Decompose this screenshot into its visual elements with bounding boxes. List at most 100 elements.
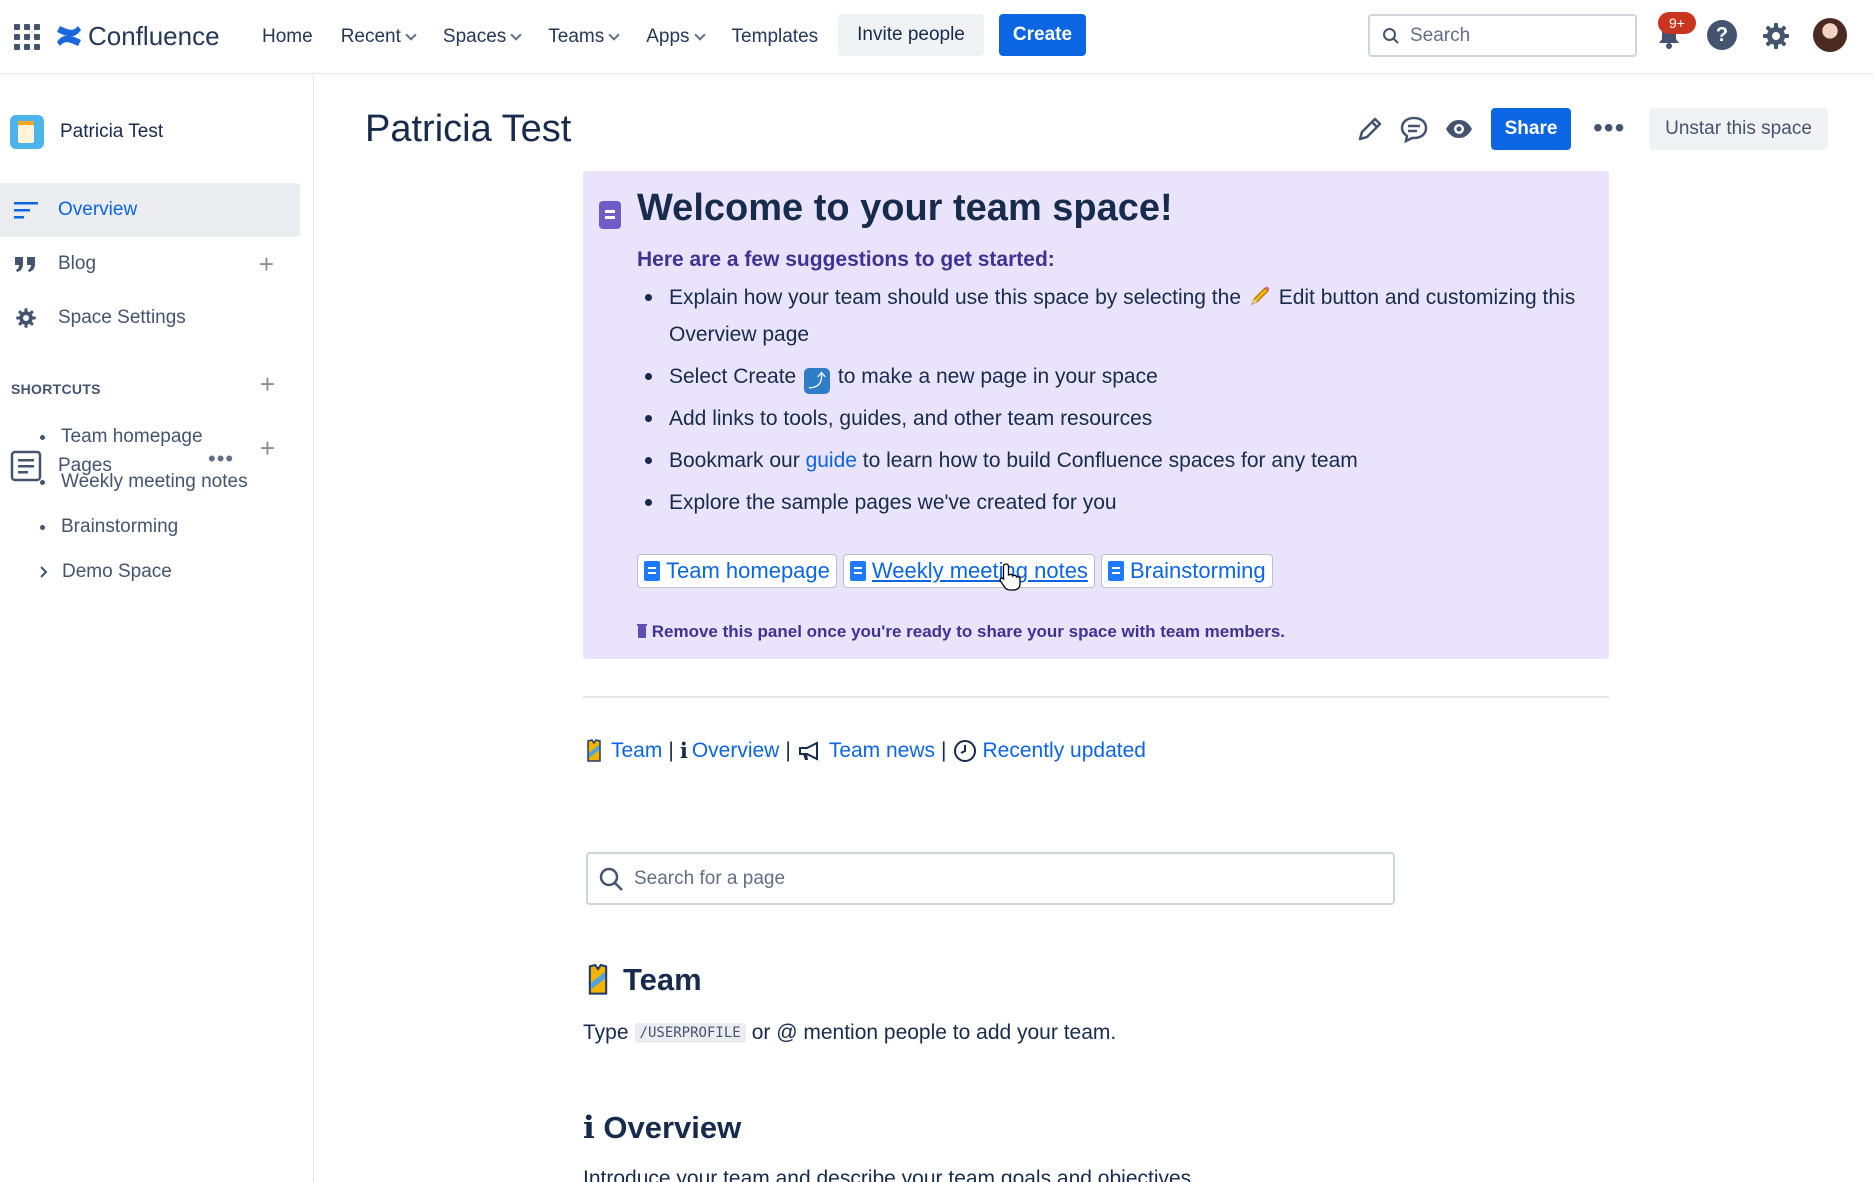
userprofile-code-tag: /USERPROFILE — [634, 1023, 746, 1043]
quick-links-row: Team | i Overview | Team news | Recently… — [583, 738, 1146, 763]
info-icon: i — [679, 738, 688, 763]
confluence-logo[interactable]: Confluence — [56, 18, 220, 54]
sidebar-item-label: Overview — [58, 199, 138, 220]
search-icon — [1383, 27, 1399, 44]
shirt-emoji-icon — [587, 738, 601, 762]
section-divider — [583, 696, 1609, 698]
welcome-note-panel: Welcome to your team space! Here are a f… — [583, 171, 1609, 659]
sidebar-item-blog[interactable]: Blog + — [0, 237, 300, 291]
list-text: Bookmark our — [669, 449, 800, 472]
sidebar-item-space-settings[interactable]: Space Settings — [0, 291, 300, 345]
app-switcher-icon[interactable] — [14, 24, 40, 50]
bullet-icon — [40, 434, 45, 440]
comments-icon[interactable] — [1399, 114, 1429, 144]
confluence-logo-icon — [57, 26, 81, 46]
create-emoji-icon: ⤴ — [804, 368, 831, 394]
create-button[interactable]: Create — [999, 14, 1086, 56]
settings-gear-icon[interactable] — [1760, 20, 1792, 52]
nav-spaces-label: Spaces — [442, 26, 507, 47]
search-input[interactable]: Search — [1368, 14, 1637, 57]
shirt-emoji-icon — [588, 963, 608, 995]
notification-count-badge: 9+ — [1658, 12, 1696, 34]
smart-link-weekly-meeting-notes[interactable]: Weekly meeting notes — [842, 554, 1095, 588]
space-name: Patricia Test — [60, 121, 164, 142]
page-icon — [1107, 561, 1124, 581]
chevron-down-icon — [693, 29, 706, 41]
sidebar-item-label: Space Settings — [58, 307, 186, 328]
chevron-down-icon — [405, 29, 417, 41]
page-tree-item-team-homepage[interactable]: Team homepage — [40, 422, 203, 452]
quicklink-overview[interactable]: i Overview — [680, 738, 780, 763]
page-tree-item-brainstorming[interactable]: Brainstorming — [40, 512, 178, 542]
page-search-input[interactable]: Search for a page — [586, 852, 1395, 905]
sidebar-item-overview[interactable]: Overview — [0, 183, 300, 237]
more-actions-icon[interactable]: ••• — [1593, 112, 1625, 144]
add-shortcut-plus-icon[interactable]: + — [260, 369, 275, 400]
nav-templates[interactable]: Templates — [718, 16, 833, 58]
edit-pencil-icon[interactable] — [1355, 114, 1385, 144]
nav-templates-label: Templates — [731, 26, 819, 47]
quicklink-team-news[interactable]: Team news — [829, 739, 935, 763]
add-blog-plus-icon[interactable]: + — [259, 249, 274, 280]
main-nav: Home Recent Spaces Teams Apps Templates — [248, 16, 832, 58]
share-button[interactable]: Share — [1491, 108, 1571, 150]
chip-label: Team homepage — [666, 558, 830, 583]
user-avatar[interactable] — [1813, 18, 1847, 52]
space-header[interactable]: Patricia Test — [10, 115, 163, 149]
nav-recent-label: Recent — [340, 26, 401, 47]
pages-icon — [10, 450, 42, 482]
page-tree-label: Team homepage — [61, 426, 203, 447]
page-tree-item-weekly-meeting-notes[interactable]: Weekly meeting notes — [40, 467, 248, 497]
nav-apps-label: Apps — [646, 26, 690, 47]
chevron-down-icon — [608, 29, 620, 41]
nav-apps[interactable]: Apps — [632, 16, 717, 58]
suggestions-list: Explain how your team should use this sp… — [637, 279, 1597, 526]
panel-subtitle: Here are a few suggestions to get starte… — [637, 248, 1055, 271]
panel-title: Welcome to your team space! — [637, 187, 1173, 229]
overview-section-text: Introduce your team and describe your te… — [583, 1167, 1198, 1182]
quicklink-recently-updated[interactable]: Recently updated — [983, 739, 1146, 763]
watch-eye-icon[interactable] — [1444, 114, 1474, 144]
page-tree-label: Brainstorming — [61, 516, 179, 537]
smart-link-team-homepage[interactable]: Team homepage — [637, 554, 837, 588]
list-text: Explore the sample pages we've created f… — [669, 491, 1117, 514]
page-tree-item-demo-space[interactable]: Demo Space — [40, 557, 172, 587]
smart-link-brainstorming[interactable]: Brainstorming — [1100, 554, 1273, 588]
guide-link[interactable]: guide — [806, 449, 857, 472]
list-text: to make a new page in your space — [837, 365, 1158, 388]
list-item: Bookmark our guide to learn how to build… — [637, 442, 1597, 479]
quote-icon — [15, 257, 35, 272]
top-navigation-bar: Confluence Home Recent Spaces Teams Apps… — [0, 0, 1873, 74]
shortcuts-heading: SHORTCUTS — [11, 381, 101, 397]
nav-home[interactable]: Home — [248, 16, 327, 58]
separator: | — [785, 738, 791, 762]
gear-icon — [16, 308, 36, 328]
nav-spaces[interactable]: Spaces — [429, 16, 534, 58]
page-search-placeholder: Search for a page — [634, 867, 786, 889]
nav-home-label: Home — [262, 26, 313, 47]
overview-section-heading: ℹ Overview — [583, 1110, 742, 1145]
list-text: Explain how your team should use this sp… — [669, 286, 1241, 309]
quicklink-team[interactable]: Team — [611, 739, 662, 763]
overview-lines-icon — [14, 202, 38, 219]
sample-pages-links: Team homepage Weekly meeting notes Brain… — [637, 554, 1273, 588]
add-page-plus-icon[interactable]: + — [260, 433, 275, 464]
search-icon — [599, 867, 623, 891]
unstar-space-button[interactable]: Unstar this space — [1649, 108, 1828, 150]
chevron-down-icon — [510, 29, 522, 41]
hand-cursor-icon — [999, 563, 1021, 591]
page-title: Patricia Test — [365, 108, 572, 150]
nav-recent[interactable]: Recent — [327, 16, 429, 58]
note-icon — [599, 201, 621, 229]
separator: | — [668, 738, 674, 762]
invite-people-button[interactable]: Invite people — [838, 14, 984, 56]
pencil-emoji-icon — [1250, 286, 1270, 305]
chevron-right-icon[interactable] — [40, 566, 48, 578]
chip-label: Weekly meeting notes — [871, 558, 1088, 583]
help-icon[interactable]: ? — [1707, 20, 1737, 50]
chip-label: Brainstorming — [1129, 558, 1266, 583]
nav-teams-label: Teams — [548, 26, 605, 47]
list-item: Select Create ⤴ to make a new page in yo… — [637, 358, 1597, 395]
list-item: Add links to tools, guides, and other te… — [637, 400, 1597, 437]
nav-teams[interactable]: Teams — [534, 16, 632, 58]
